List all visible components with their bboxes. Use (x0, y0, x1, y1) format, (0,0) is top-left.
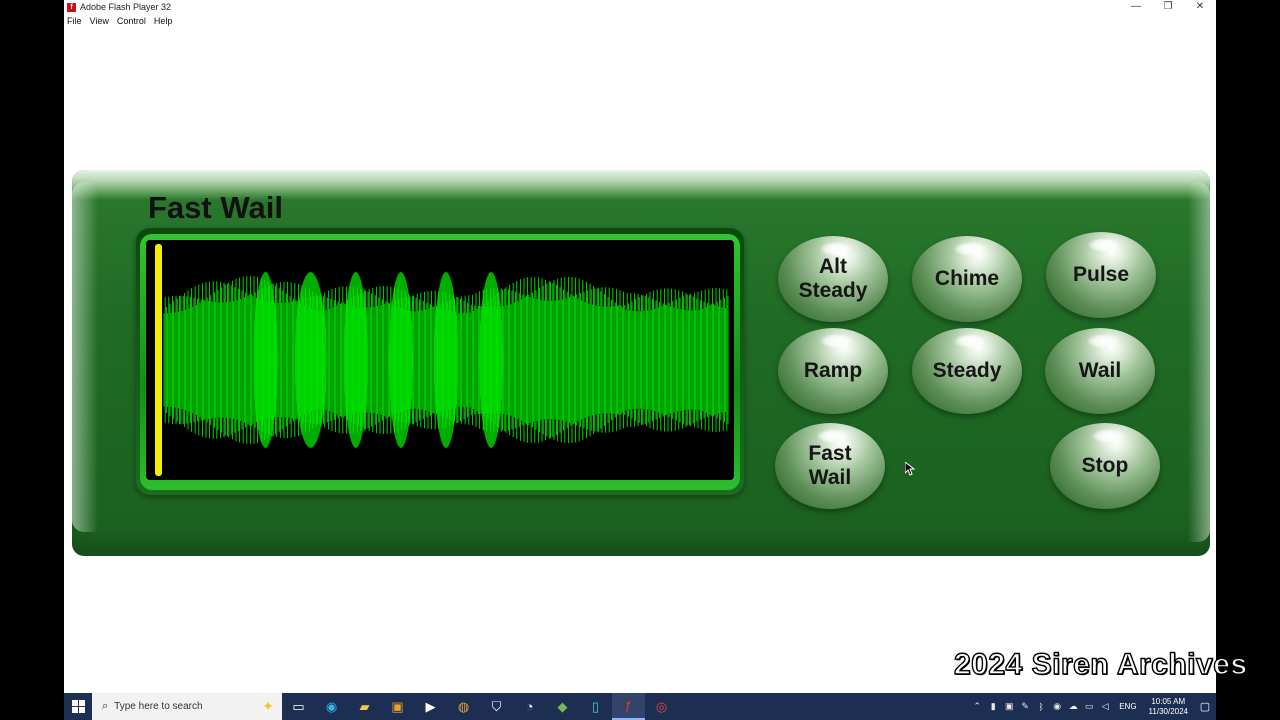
alt-steady-label: Alt Steady (798, 255, 868, 302)
security-shield-icon[interactable]: ⛉ (480, 693, 513, 720)
chime-button[interactable]: Chime (912, 236, 1022, 322)
clock[interactable]: 10:05 AM 11/30/2024 (1149, 697, 1188, 717)
fast-wail-button[interactable]: Fast Wail (775, 423, 885, 509)
waveform-lobe (434, 272, 458, 448)
stop-button[interactable]: Stop (1050, 423, 1160, 509)
volume-icon[interactable]: ◁ (1097, 701, 1113, 712)
alt-steady-button[interactable]: Alt Steady (778, 236, 888, 322)
waveform-lobe (294, 272, 327, 448)
clock-date: 11/30/2024 (1148, 706, 1188, 716)
button-glint (1092, 429, 1124, 443)
window-title: Adobe Flash Player 32 (80, 2, 172, 12)
bluetooth-icon[interactable]: ᛒ (1033, 702, 1049, 712)
pulse-button[interactable]: Pulse (1046, 232, 1156, 318)
panel-left-bevel (72, 182, 98, 532)
button-glint (1088, 238, 1120, 252)
menu-control[interactable]: Control (114, 16, 151, 26)
waveform-display (136, 228, 744, 495)
taskbar-search-box[interactable]: ⌕ Type here to search ✦ (92, 693, 282, 720)
show-hidden-icons-chevron-icon[interactable]: ⌃ (969, 701, 985, 712)
minecraft-icon[interactable]: ◆ (546, 693, 579, 720)
windows-taskbar: ⌕ Type here to search ✦ ▭ ◉ ▰ ▣ ▶ ◍ ⛉ ◔ … (64, 693, 1216, 720)
ramp-button[interactable]: Ramp (778, 328, 888, 414)
network-icon[interactable]: ▭ (1081, 701, 1097, 712)
chrome-browser-icon[interactable]: ◍ (447, 693, 480, 720)
flash-player-window: f Adobe Flash Player 32 — ❐ ✕ File View … (64, 0, 1216, 693)
wail-button[interactable]: Wail (1045, 328, 1155, 414)
button-glint (820, 242, 852, 256)
microphone-icon[interactable]: ▮ (985, 701, 1001, 712)
clock-time: 10:05 AM (1151, 696, 1186, 706)
panel-right-bevel (1188, 182, 1210, 542)
waveform-lobe (479, 272, 504, 448)
button-glint (954, 242, 986, 256)
stop-label: Stop (1081, 454, 1129, 477)
recorder-icon[interactable]: ◎ (645, 693, 678, 720)
playhead-marker[interactable] (155, 244, 162, 476)
menu-bar: File View Control Help (64, 14, 1216, 28)
cloud-icon[interactable]: ☁ (1065, 701, 1081, 712)
edge-browser-icon[interactable]: ◉ (315, 693, 348, 720)
chime-label: Chime (934, 267, 1000, 290)
start-button[interactable] (64, 693, 92, 720)
notification-icon[interactable]: ▢ (1194, 700, 1216, 713)
file-explorer-icon[interactable]: ▰ (348, 693, 381, 720)
watermark-text: 2024 Siren Archives (953, 647, 1248, 681)
button-glint (817, 429, 849, 443)
button-glint (820, 334, 852, 348)
video-player-icon[interactable]: ▶ (414, 693, 447, 720)
flash-app-icon: f (67, 2, 76, 12)
restore-button[interactable]: ❐ (1152, 0, 1184, 14)
close-button[interactable]: ✕ (1184, 0, 1216, 14)
steady-button[interactable]: Steady (912, 328, 1022, 414)
flash-player-taskbar-icon[interactable]: ƒ (612, 693, 645, 720)
copilot-sparkle-icon[interactable]: ✦ (262, 698, 274, 715)
waveform-lobe (253, 272, 278, 448)
steady-label: Steady (932, 359, 1002, 382)
display-bezel (140, 234, 740, 490)
button-glint (1087, 334, 1119, 348)
display-screen (146, 240, 734, 480)
pulse-label: Pulse (1072, 263, 1130, 286)
language-indicator[interactable]: ENG (1119, 702, 1136, 711)
windows-logo-icon (71, 700, 85, 713)
ramp-label: Ramp (803, 359, 863, 382)
security-tray-icon[interactable]: ◉ (1049, 701, 1065, 712)
minimize-button[interactable]: — (1120, 0, 1152, 14)
button-glint (954, 334, 986, 348)
media-player-icon[interactable]: ▣ (381, 693, 414, 720)
mouse-cursor-icon (905, 462, 915, 476)
search-placeholder: Type here to search (114, 701, 203, 712)
wail-label: Wail (1078, 359, 1122, 382)
menu-file[interactable]: File (64, 16, 87, 26)
current-mode-title: Fast Wail (148, 190, 283, 225)
waveform-lobe (343, 272, 368, 448)
waveform-lobe (388, 272, 413, 448)
app-tile-icon[interactable]: ▯ (579, 693, 612, 720)
display-icon[interactable]: ▣ (1001, 701, 1017, 712)
waveform-graphic (163, 272, 729, 448)
pen-icon[interactable]: ✎ (1017, 701, 1033, 712)
task-view-icon[interactable]: ▭ (282, 693, 315, 720)
title-bar: f Adobe Flash Player 32 — ❐ ✕ (64, 0, 1216, 14)
fast-wail-label: Fast Wail (808, 442, 852, 489)
siren-control-panel: Fast Wail Alt Steady Chime Pulse Ramp St… (72, 170, 1210, 556)
clock-app-icon[interactable]: ◔ (513, 693, 546, 720)
system-tray: ⌃ ▮ ▣ ✎ ᛒ ◉ ☁ ▭ ◁ ENG 10:05 AM 11/30/202… (969, 693, 1216, 720)
window-controls: — ❐ ✕ (1120, 0, 1216, 14)
menu-view[interactable]: View (87, 16, 114, 26)
menu-help[interactable]: Help (151, 16, 178, 26)
search-icon: ⌕ (102, 700, 109, 712)
